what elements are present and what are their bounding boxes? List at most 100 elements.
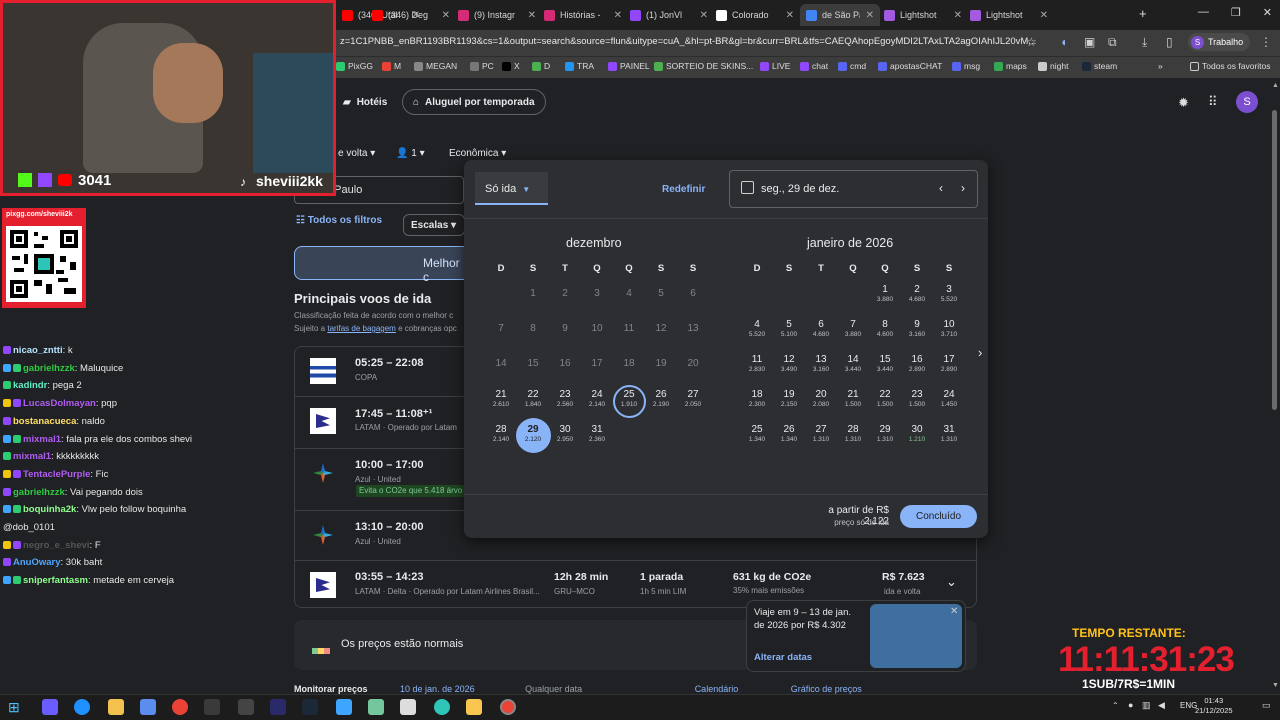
calendar-day[interactable]: 2 xyxy=(901,284,933,295)
calendar-day[interactable]: 14 xyxy=(837,354,869,365)
calendar-day[interactable]: 24 xyxy=(933,389,965,400)
mic-icon[interactable]: ● xyxy=(1128,700,1133,710)
reset-button[interactable]: Redefinir xyxy=(662,184,705,195)
audio-icon[interactable]: ◖ xyxy=(1060,35,1067,49)
all-bookmarks-link[interactable]: Todos os favoritos xyxy=(1190,61,1271,71)
bookmark[interactable]: steam xyxy=(1082,61,1117,71)
edge-icon[interactable] xyxy=(74,699,90,715)
profile-button[interactable]: S Trabalho xyxy=(1188,33,1250,51)
any-date[interactable]: Qualquer data xyxy=(525,684,582,694)
bookmark[interactable]: TRA xyxy=(565,61,594,71)
baggage-link[interactable]: tarifas de bagagem xyxy=(327,324,396,333)
calendar-day[interactable]: 22 xyxy=(869,389,901,400)
bookmark[interactable]: PAINEL xyxy=(608,61,650,71)
calendar-day[interactable]: 10 xyxy=(933,319,965,330)
tab-rentals[interactable]: ⌂ Aluguel por temporada xyxy=(402,89,546,115)
calendar-day[interactable]: 24 xyxy=(581,389,613,400)
done-button[interactable]: Concluído xyxy=(900,505,977,528)
network-icon[interactable]: ▥ xyxy=(1142,700,1151,711)
calendar-day[interactable]: 23 xyxy=(901,389,933,400)
copilot-icon[interactable] xyxy=(42,699,58,715)
start-icon[interactable]: ⊞ xyxy=(8,699,24,715)
calendar-day[interactable]: 30 xyxy=(549,424,581,435)
bookmark[interactable]: maps xyxy=(994,61,1027,71)
price-graph-button[interactable]: Gráfico de preços xyxy=(791,684,862,694)
calendar-day[interactable]: 8 xyxy=(869,319,901,330)
new-tab-button[interactable]: + xyxy=(1139,6,1147,21)
scroll-down-icon[interactable]: ▼ xyxy=(1272,682,1279,689)
calendar-button[interactable]: Calendário xyxy=(695,684,739,694)
chrome-icon[interactable] xyxy=(172,699,188,715)
calendar-day[interactable]: 17 xyxy=(933,354,965,365)
bookmark[interactable]: X xyxy=(502,61,520,71)
calendar-day[interactable]: 21 xyxy=(485,389,517,400)
close-tab-icon[interactable]: ✕ xyxy=(866,10,874,21)
calendar-day[interactable]: 12 xyxy=(773,354,805,365)
app-icon-6[interactable] xyxy=(466,699,482,715)
extensions-icon[interactable]: ⧉ xyxy=(1108,35,1117,50)
close-tab-icon[interactable]: ✕ xyxy=(442,10,450,21)
store-icon[interactable] xyxy=(140,699,156,715)
menu-icon[interactable]: ⋮ xyxy=(1260,35,1272,49)
calendar-day[interactable]: 5 xyxy=(773,319,805,330)
close-tab-icon[interactable]: ✕ xyxy=(528,10,536,21)
bookmark[interactable]: MEGAN xyxy=(414,61,457,71)
bookmark[interactable]: night xyxy=(1038,61,1068,71)
calendar-day[interactable]: 13 xyxy=(805,354,837,365)
close-tab-icon[interactable]: ✕ xyxy=(954,10,962,21)
track-dates[interactable]: 10 de jan. de 2026 xyxy=(400,684,475,694)
theme-icon[interactable]: ✹ xyxy=(1178,95,1189,111)
scrollbar-thumb[interactable] xyxy=(1272,110,1277,410)
settings-icon[interactable] xyxy=(238,699,254,715)
tab-hotels[interactable]: ▰ Hotéis xyxy=(333,89,397,115)
browser-tab[interactable]: Histórias - ✕ xyxy=(544,4,622,26)
browser-tab[interactable]: (9) Instagr ✕ xyxy=(458,4,536,26)
calendar-day[interactable]: 18 xyxy=(741,389,773,400)
calendar-day[interactable]: 25 xyxy=(613,389,645,400)
calendar-day[interactable]: 28 xyxy=(837,424,869,435)
calendar-day[interactable]: 9 xyxy=(901,319,933,330)
apps-icon[interactable]: ⠿ xyxy=(1208,94,1218,110)
bookmark[interactable]: M xyxy=(382,61,401,71)
bookmark[interactable]: PixGG xyxy=(336,61,373,71)
close-tab-icon[interactable]: ✕ xyxy=(786,10,794,21)
clock[interactable]: 01:43 21/12/2025 xyxy=(1195,696,1233,716)
url-text[interactable]: z=1C1PNBB_enBR1193BR1193&cs=1&output=sea… xyxy=(340,36,1036,47)
all-filters-button[interactable]: ☷ Todos os filtros xyxy=(296,215,382,226)
account-avatar[interactable]: S xyxy=(1236,91,1258,113)
calendar-day[interactable]: 26 xyxy=(645,389,677,400)
calendar-day[interactable]: 16 xyxy=(901,354,933,365)
app-icon-1[interactable] xyxy=(204,699,220,715)
bookmark[interactable]: chat xyxy=(800,61,828,71)
calendar-day[interactable]: 15 xyxy=(869,354,901,365)
sidebar-icon[interactable]: ▯ xyxy=(1166,35,1173,49)
calendar-day[interactable]: 28 xyxy=(485,424,517,435)
volume-icon[interactable]: ◀ xyxy=(1158,700,1165,711)
star-icon[interactable]: ☆ xyxy=(1026,35,1037,49)
browser-tab[interactable]: Lightshot ✕ xyxy=(970,4,1048,26)
close-tab-icon[interactable]: ✕ xyxy=(700,10,708,21)
bookmark[interactable]: apostasCHAT xyxy=(878,61,942,71)
chevron-left-icon[interactable]: ‹ xyxy=(939,181,943,195)
calendar-day[interactable]: 21 xyxy=(837,389,869,400)
passengers-select[interactable]: 👤 1 ▾ xyxy=(396,148,425,159)
calendar-day[interactable]: 29 xyxy=(869,424,901,435)
app-icon-2[interactable] xyxy=(270,699,286,715)
calendar-day[interactable]: 27 xyxy=(677,389,709,400)
calendar-day[interactable]: 22 xyxy=(517,389,549,400)
notification-icon[interactable]: ▭ xyxy=(1262,700,1271,711)
bookmark[interactable]: D xyxy=(532,61,550,71)
close-window-icon[interactable]: ✕ xyxy=(1263,6,1272,19)
bookmark[interactable]: LIVE xyxy=(760,61,790,71)
tab-best[interactable]: Melhor c xyxy=(294,246,469,284)
calendar-day[interactable]: 19 xyxy=(773,389,805,400)
screen-icon[interactable]: ▣ xyxy=(1084,35,1095,49)
close-tab-icon[interactable]: ✕ xyxy=(1040,10,1048,21)
calendar-day[interactable]: 3 xyxy=(933,284,965,295)
expand-chevron-icon[interactable]: ⌄ xyxy=(946,574,957,590)
more-bookmarks-icon[interactable]: » xyxy=(1158,61,1163,71)
minimize-icon[interactable]: — xyxy=(1198,6,1209,19)
app-icon-5[interactable] xyxy=(434,699,450,715)
calculator-icon[interactable] xyxy=(400,699,416,715)
app-icon-4[interactable] xyxy=(368,699,384,715)
